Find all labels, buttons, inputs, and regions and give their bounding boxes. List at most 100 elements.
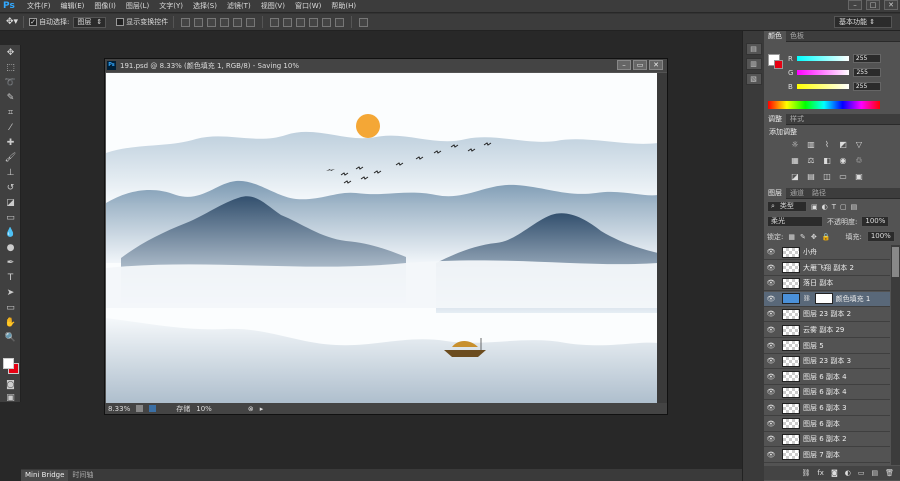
blur-tool-icon[interactable]: 💧 <box>0 225 21 240</box>
align-hcenter-icon[interactable] <box>233 17 243 27</box>
tab-paths[interactable]: 路径 <box>808 188 830 199</box>
curves-icon[interactable]: ⌇ <box>822 140 832 150</box>
dodge-tool-icon[interactable]: ● <box>0 240 21 255</box>
visibility-eye-icon[interactable]: 👁 <box>764 310 778 318</box>
visibility-eye-icon[interactable]: 👁 <box>764 295 778 303</box>
align-top-icon[interactable] <box>181 17 191 27</box>
menu-item[interactable]: 帮助(H) <box>326 0 361 12</box>
brightness-icon[interactable]: ☼ <box>790 140 800 150</box>
doc-minimize-button[interactable]: – <box>617 60 631 70</box>
eraser-tool-icon[interactable]: ◪ <box>0 195 21 210</box>
color-spectrum-bar[interactable] <box>768 101 880 109</box>
history-brush-tool-icon[interactable]: ↺ <box>0 180 21 195</box>
layers-scrollbar-thumb[interactable] <box>892 247 899 277</box>
tab-adjustments[interactable]: 调整 <box>764 113 786 125</box>
menu-item[interactable]: 图像(I) <box>89 0 121 12</box>
hand-tool-icon[interactable]: ✋ <box>0 315 21 330</box>
layer-style-icon[interactable]: fx <box>817 469 824 477</box>
adjustment-layer-icon[interactable]: ◐ <box>845 469 851 477</box>
layer-row[interactable]: 👁 图层 23 副本 3 <box>764 354 890 370</box>
layer-filter-dropdown[interactable]: ⌕ 类型 <box>767 201 807 212</box>
status-menu-arrow-icon[interactable]: ▸ <box>260 405 264 413</box>
layer-row[interactable]: 👁 云雾 副本 29 <box>764 323 890 338</box>
auto-select-dropdown[interactable]: 图层 ⇕ <box>73 16 107 28</box>
zoom-tool-icon[interactable]: 🔍 <box>0 330 21 345</box>
invert-icon[interactable]: ◪ <box>790 172 800 182</box>
layer-row[interactable]: 👁 ⛓ 颜色填充 1 <box>764 291 890 307</box>
selective-color-icon[interactable]: ▣ <box>854 172 864 182</box>
fill-field[interactable]: 100% <box>866 231 895 242</box>
auto-select-checkbox[interactable]: ✓ <box>29 18 38 26</box>
tab-channels[interactable]: 通道 <box>786 188 808 199</box>
align-bottom-icon[interactable] <box>207 17 217 27</box>
foreground-color-swatch[interactable] <box>3 358 14 369</box>
opacity-field[interactable]: 100% <box>861 216 890 227</box>
tab-mini-bridge[interactable]: Mini Bridge <box>21 469 69 481</box>
eyedropper-tool-icon[interactable]: ⁄ <box>0 120 21 135</box>
distribute-left-icon[interactable] <box>309 17 319 27</box>
workspace-switcher[interactable]: 基本功能 ⇕ <box>834 16 892 28</box>
b-slider[interactable] <box>796 84 849 89</box>
move-tool-preset-icon[interactable]: ✥▾ <box>6 17 18 27</box>
hue-saturation-icon[interactable]: ▦ <box>790 156 800 166</box>
new-layer-icon[interactable]: ▤ <box>871 469 878 477</box>
healing-brush-tool-icon[interactable]: ✚ <box>0 135 21 150</box>
doc-restore-button[interactable]: ▭ <box>633 60 647 70</box>
layer-row[interactable]: 👁 图层 5 <box>764 339 890 354</box>
filter-pixel-icon[interactable]: ▣ <box>811 203 818 211</box>
lasso-tool-icon[interactable]: ➰ <box>0 75 21 90</box>
visibility-eye-icon[interactable]: 👁 <box>764 435 778 443</box>
visibility-eye-icon[interactable]: 👁 <box>764 279 778 287</box>
menu-item[interactable]: 视图(V) <box>256 0 290 12</box>
r-slider[interactable] <box>796 56 849 61</box>
visibility-eye-icon[interactable]: 👁 <box>764 420 778 428</box>
tab-swatches[interactable]: 色板 <box>786 31 808 42</box>
document-tab[interactable]: Ps 191.psd @ 8.33% (颜色填充 1, RGB/8) - Sav… <box>105 59 667 72</box>
brush-panel-icon[interactable]: ▧ <box>745 73 762 85</box>
brush-tool-icon[interactable]: 🖌 <box>0 150 21 165</box>
fill-color-thumbnail[interactable] <box>782 293 800 305</box>
type-tool-icon[interactable]: T <box>0 270 21 285</box>
menu-item[interactable]: 图层(L) <box>121 0 154 12</box>
visibility-eye-icon[interactable]: 👁 <box>764 451 778 459</box>
distribute-hcenter-icon[interactable] <box>322 17 332 27</box>
vibrance-icon[interactable]: ▽ <box>854 140 864 150</box>
blend-mode-dropdown[interactable]: 柔光 <box>767 216 823 227</box>
tab-timeline[interactable]: 时间轴 <box>68 470 97 481</box>
link-layers-icon[interactable]: ⛓ <box>801 469 810 477</box>
delete-layer-icon[interactable]: 🗑 <box>885 469 894 477</box>
gradient-map-icon[interactable]: ▭ <box>838 172 848 182</box>
lock-position-icon[interactable]: ✥ <box>811 233 817 241</box>
layer-row[interactable]: 👁 落日 副本 <box>764 276 890 292</box>
exposure-icon[interactable]: ◩ <box>838 140 848 150</box>
layer-row[interactable]: 👁 图层 6 副本 3 <box>764 401 890 416</box>
menu-item[interactable]: 滤镜(T) <box>222 0 256 12</box>
lock-transparency-icon[interactable]: ▦ <box>788 233 795 241</box>
gradient-tool-icon[interactable]: ▭ <box>0 210 21 225</box>
layer-row[interactable]: 👁 图层 6 副本 2 <box>764 432 890 448</box>
color-balance-icon[interactable]: ⚖ <box>806 156 816 166</box>
screen-mode-icon[interactable]: ▣ <box>0 390 21 405</box>
menu-item[interactable]: 文件(F) <box>22 0 56 12</box>
visibility-eye-icon[interactable]: 👁 <box>764 388 778 396</box>
align-left-icon[interactable] <box>220 17 230 27</box>
align-vcenter-icon[interactable] <box>194 17 204 27</box>
layer-mask-thumbnail[interactable] <box>814 293 833 305</box>
layer-row[interactable]: 👁 图层 6 副本 <box>764 417 890 432</box>
threshold-icon[interactable]: ◫ <box>822 172 832 182</box>
layer-mask-icon[interactable]: ◙ <box>831 469 838 477</box>
zoom-level[interactable]: 8.33% <box>108 405 130 413</box>
layer-row[interactable]: 👁 大雁飞翔 副本 2 <box>764 261 890 276</box>
quick-select-tool-icon[interactable]: ✎ <box>0 90 21 105</box>
clone-stamp-tool-icon[interactable]: ⊥ <box>0 165 21 180</box>
new-group-icon[interactable]: ▭ <box>858 469 865 477</box>
filter-shape-icon[interactable]: ▢ <box>840 203 847 211</box>
filter-adjustment-icon[interactable]: ◐ <box>822 203 828 211</box>
g-slider[interactable] <box>797 70 850 75</box>
align-right-icon[interactable] <box>246 17 256 27</box>
crop-tool-icon[interactable]: ⌗ <box>0 105 21 120</box>
filter-type-icon[interactable]: T <box>832 203 836 211</box>
layer-row[interactable]: 👁 图层 6 副本 4 <box>764 385 890 401</box>
layers-scrollbar[interactable] <box>891 245 900 465</box>
image-canvas[interactable] <box>106 73 658 404</box>
